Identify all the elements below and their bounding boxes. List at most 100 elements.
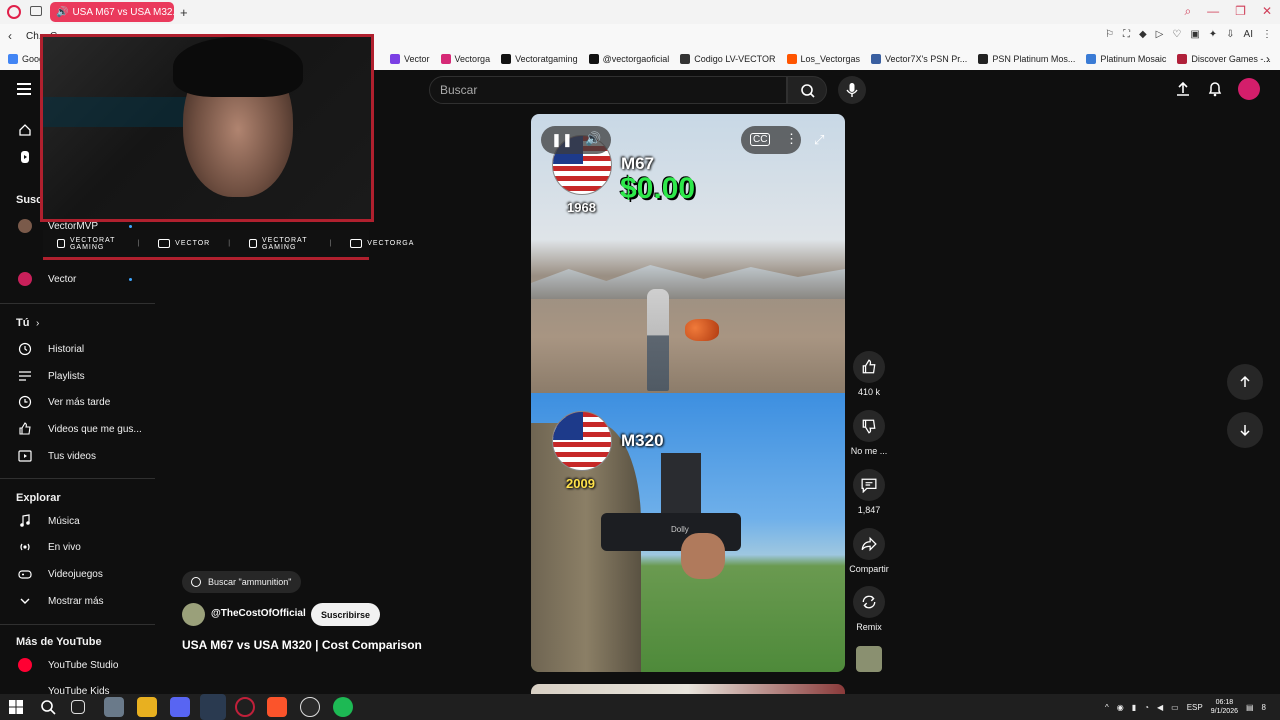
sidebar-item-playlists[interactable]: Playlists: [0, 364, 155, 388]
sidebar-item-show-more[interactable]: Mostrar más: [0, 589, 155, 613]
wifi-icon[interactable]: ◔: [1144, 703, 1149, 712]
opera-app-icon[interactable]: [235, 697, 255, 717]
spotify-app-icon[interactable]: [333, 697, 353, 717]
close-button[interactable]: ✕: [1262, 4, 1272, 19]
account-avatar[interactable]: [1238, 78, 1260, 100]
heart-icon[interactable]: ♡: [1172, 29, 1181, 40]
bookmark-item[interactable]: PSN Platinum Mos...: [978, 54, 1075, 64]
menu-icon[interactable]: ⋮: [1262, 29, 1272, 40]
workspace-icon[interactable]: [30, 6, 42, 16]
sidebar-item-subscription[interactable]: Vector: [0, 267, 155, 291]
sidebar-item-music[interactable]: Música: [0, 509, 155, 533]
minimize-button[interactable]: —: [1207, 4, 1219, 19]
comment-icon: [861, 478, 877, 493]
sidebar-item-gaming[interactable]: Videojuegos: [0, 562, 155, 586]
subscribe-button[interactable]: Suscribirse: [311, 603, 381, 626]
comments-button[interactable]: [853, 469, 885, 501]
brave-app-icon[interactable]: [267, 697, 287, 717]
sidebar-item-studio[interactable]: YouTube Studio: [0, 653, 155, 677]
share-button[interactable]: [853, 528, 885, 560]
ai-button[interactable]: AI: [1244, 29, 1253, 40]
extension-icon[interactable]: ▣: [1190, 29, 1199, 40]
sidebar-item-history[interactable]: Historial: [0, 337, 155, 361]
like-button[interactable]: [853, 351, 885, 383]
previous-short-button[interactable]: [1227, 364, 1263, 400]
file-explorer-app-icon[interactable]: [104, 697, 124, 717]
language-indicator[interactable]: ESP: [1187, 703, 1203, 712]
channel-avatar[interactable]: [182, 603, 205, 626]
bookmark-item[interactable]: Vector: [390, 54, 430, 64]
voice-search-button[interactable]: [838, 76, 866, 104]
channel-name[interactable]: @TheCostOfOfficial: [211, 608, 306, 619]
obs-app-icon[interactable]: [300, 697, 320, 717]
pause-icon[interactable]: ❚❚: [551, 132, 573, 148]
search-input[interactable]: Buscar: [429, 76, 787, 104]
upload-icon[interactable]: [1174, 80, 1192, 98]
folder-app-icon[interactable]: [137, 697, 157, 717]
channel-avatar: [18, 272, 32, 286]
bookmark-label: Los_Vectorgas: [800, 54, 861, 64]
remix-button[interactable]: [853, 586, 885, 618]
bookmark-item[interactable]: Los_Vectorgas: [786, 54, 861, 64]
tray-overflow-icon[interactable]: ^: [1105, 703, 1109, 712]
captions-icon[interactable]: CC: [750, 133, 771, 146]
bookmarks-overflow-icon[interactable]: ›: [1266, 52, 1270, 66]
notifications-tray-icon[interactable]: ▤: [1246, 703, 1254, 712]
bookmark-item[interactable]: Vectoratgaming: [501, 54, 578, 64]
new-content-dot: [129, 277, 132, 281]
sound-thumbnail[interactable]: [856, 646, 882, 672]
play-icon[interactable]: ▷: [1156, 29, 1164, 40]
bookmark-item[interactable]: Codigo LV-VECTOR: [680, 54, 776, 64]
volume-icon[interactable]: 🔊: [585, 131, 601, 147]
notifications-bell-icon[interactable]: [1206, 80, 1224, 98]
bookmark-item[interactable]: Discover Games -...: [1177, 54, 1271, 64]
taskbar-search-icon[interactable]: [40, 699, 56, 715]
more-options-icon[interactable]: ⋮: [785, 131, 798, 147]
next-short-button[interactable]: [1227, 412, 1263, 448]
shield-icon[interactable]: ◆: [1139, 29, 1147, 40]
subscriptions-heading: Susc: [16, 194, 43, 206]
search-tabs-icon[interactable]: ⌕: [1184, 4, 1191, 19]
clock[interactable]: 06:18 9/1/2026: [1211, 698, 1238, 716]
new-tab-button[interactable]: +: [180, 5, 188, 20]
sidebar-item-watch-later[interactable]: Ver más tarde: [0, 390, 155, 414]
download-icon[interactable]: ⇩: [1226, 29, 1234, 40]
network-icon[interactable]: ◉: [1117, 703, 1124, 712]
sidebar-you-heading[interactable]: Tú ›: [0, 311, 155, 335]
battery-icon[interactable]: ▭: [1171, 703, 1179, 712]
browser-tab-active[interactable]: 🔊 USA M67 vs USA M32...: [50, 2, 174, 22]
steam-app-icon[interactable]: [200, 694, 226, 720]
bookmark-item[interactable]: Goog: [8, 54, 44, 64]
next-short-preview[interactable]: [531, 684, 845, 694]
audio-icon[interactable]: 🔊: [56, 7, 68, 18]
bookmark-item[interactable]: Vector7X's PSN Pr...: [871, 54, 967, 64]
shorts-icon: [21, 151, 29, 163]
task-view-icon[interactable]: [71, 700, 85, 714]
screenshot-icon[interactable]: ⛶: [1123, 29, 1130, 40]
shorts-player[interactable]: M67 1968 $0.00 Dolly M320 2009 ❚❚ 🔊 CC ⋮…: [531, 114, 845, 672]
search-suggestion-chip[interactable]: Buscar "ammunition": [182, 571, 302, 593]
discord-app-icon[interactable]: [170, 697, 190, 717]
windows-start-icon[interactable]: [9, 700, 23, 714]
bookmark-icon[interactable]: ⚐: [1105, 29, 1114, 40]
youtube-studio-icon: [18, 658, 32, 672]
video-title[interactable]: USA M67 vs USA M320 | Cost Comparison: [182, 638, 422, 652]
opera-logo-icon[interactable]: [7, 5, 21, 19]
bookmark-label: PSN Platinum Mos...: [992, 54, 1076, 64]
back-button[interactable]: ‹: [8, 29, 12, 43]
bookmark-item[interactable]: @vectorgaoficial: [588, 54, 669, 64]
puzzle-icon[interactable]: ✦: [1209, 29, 1217, 40]
dislike-button[interactable]: [853, 410, 885, 442]
maximize-button[interactable]: ❐: [1235, 4, 1246, 19]
video-scene-bottom: Dolly M320 2009: [531, 393, 845, 672]
sidebar-item-your-videos[interactable]: Tus videos: [0, 444, 155, 468]
sidebar-item-liked-videos[interactable]: Videos que me gus...: [0, 417, 155, 441]
menu-hamburger-icon[interactable]: [17, 83, 31, 95]
fullscreen-icon[interactable]: ⤢: [814, 132, 824, 148]
mic-tray-icon[interactable]: ▮: [1132, 703, 1136, 712]
search-button[interactable]: [787, 76, 827, 104]
bookmark-item[interactable]: Platinum Mosaic: [1086, 54, 1166, 64]
volume-tray-icon[interactable]: ◀: [1157, 703, 1163, 712]
bookmark-item[interactable]: Vectorga: [440, 54, 490, 64]
sidebar-item-live[interactable]: En vivo: [0, 535, 155, 559]
